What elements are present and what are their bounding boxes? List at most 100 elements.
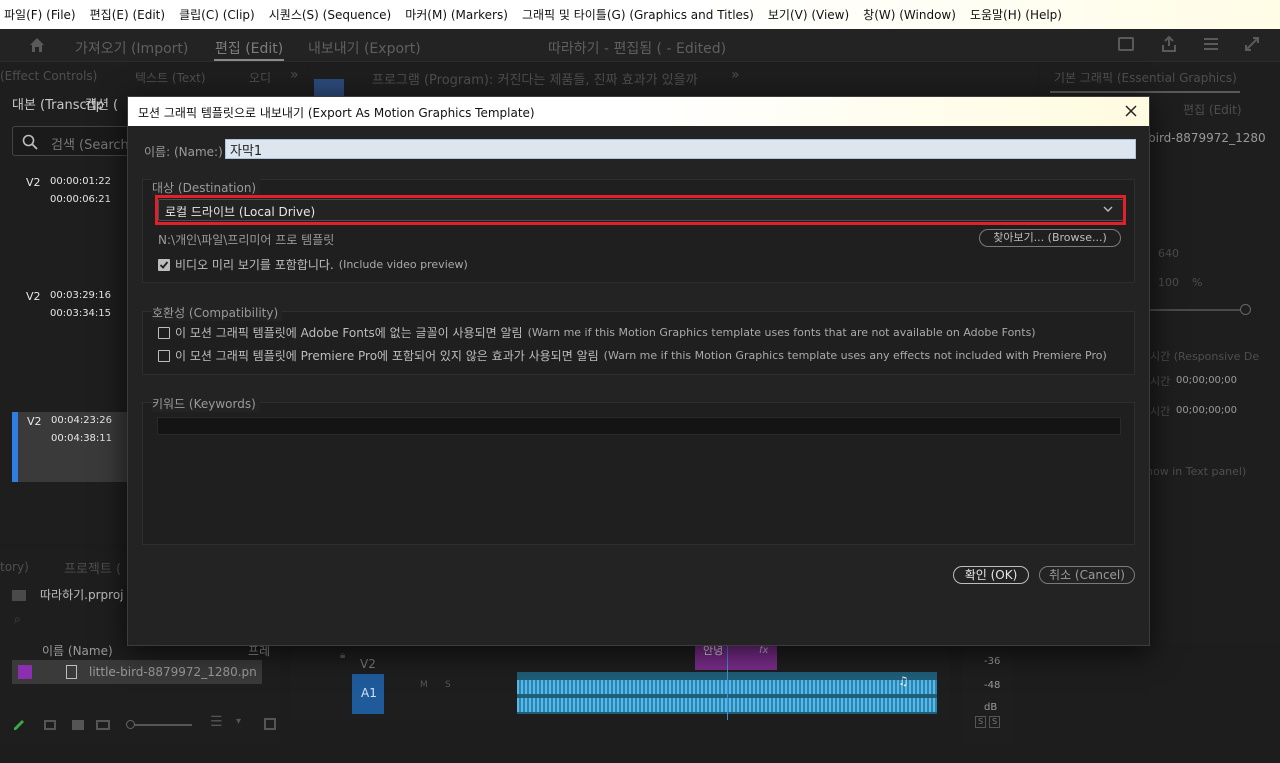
tab-audio[interactable]: 오디: [249, 69, 271, 86]
menu-view[interactable]: 보기(V) (View): [768, 6, 849, 23]
scale-unit: %: [1192, 276, 1203, 289]
warn-fonts-label: 이 모션 그래픽 템플릿에 Adobe Fonts에 없는 글꼴이 사용되면 알…: [175, 326, 523, 340]
tab-caption[interactable]: 캡션 (: [85, 94, 118, 113]
icon-view-icon[interactable]: [72, 720, 84, 730]
zoom-slider[interactable]: [128, 724, 192, 726]
scale-value[interactable]: 100: [1158, 276, 1179, 289]
audio-meter: -36 -48 dB S S: [962, 644, 1012, 744]
clip-start: 00:03:29:16: [50, 290, 112, 301]
menu-file[interactable]: 파일(F) (File): [4, 6, 76, 23]
outro-timecode[interactable]: 00;00;00;00: [1176, 405, 1237, 416]
new-bin-icon[interactable]: [264, 718, 276, 730]
track-a1-target[interactable]: A1: [352, 674, 384, 714]
include-preview-option[interactable]: 비디오 미리 보기를 포함합니다. (Include video preview…: [158, 256, 468, 273]
warn-effects-option[interactable]: 이 모션 그래픽 템플릿에 Premiere Pro에 포함되어 있지 않은 효…: [158, 347, 1107, 364]
chevron-down-icon[interactable]: ▾: [236, 716, 241, 727]
active-tab-underline: [214, 59, 284, 61]
position-value[interactable]: 640: [1158, 247, 1179, 260]
tab-history[interactable]: tory): [0, 560, 29, 574]
menu-window[interactable]: 창(W) (Window): [863, 6, 956, 23]
zoom-slider-handle[interactable]: [126, 720, 135, 729]
chevron-down-icon: [1103, 206, 1113, 212]
clip-track: V2: [27, 415, 42, 428]
warn-effects-label-en: (Warn me if this Motion Graphics templat…: [603, 349, 1107, 362]
opacity-slider-handle[interactable]: [1240, 304, 1251, 315]
destination-select[interactable]: 로컬 드라이브 (Local Drive): [158, 199, 1124, 221]
freeform-view-icon[interactable]: [96, 720, 110, 730]
warn-fonts-option[interactable]: 이 모션 그래픽 템플릿에 Adobe Fonts에 없는 글꼴이 사용되면 알…: [158, 324, 1036, 341]
panel-layout-icon[interactable]: [1118, 37, 1134, 51]
home-icon[interactable]: [28, 36, 46, 54]
meter-unit: dB: [984, 702, 998, 713]
graphic-clip[interactable]: 안녕 fx: [695, 644, 777, 670]
list-view-icon[interactable]: [44, 720, 56, 730]
solo-left-button[interactable]: S: [975, 716, 986, 728]
warn-fonts-checkbox[interactable]: [158, 326, 170, 339]
warn-effects-checkbox[interactable]: [158, 349, 170, 362]
share-icon[interactable]: [1160, 35, 1178, 53]
name-field[interactable]: [225, 139, 1136, 159]
tab-effect-controls[interactable]: (Effect Controls): [0, 69, 97, 83]
mute-button[interactable]: M: [420, 680, 428, 690]
tab-essential-graphics[interactable]: 기본 그래픽 (Essential Graphics): [1054, 69, 1237, 86]
menu-markers[interactable]: 마커(M) (Markers): [405, 6, 508, 23]
tab-edit[interactable]: 편집 (Edit): [215, 38, 283, 58]
show-in-text-panel-button[interactable]: how in Text panel): [1146, 465, 1246, 478]
name-label: 이름: (Name:): [144, 145, 223, 159]
pencil-icon[interactable]: [12, 718, 26, 732]
browse-button[interactable]: 찾아보기... (Browse...): [979, 229, 1121, 247]
meter-tick: -36: [984, 656, 1001, 667]
menu-clip[interactable]: 클립(C) (Clip): [179, 6, 255, 23]
tab-project[interactable]: 프로젝트 (: [64, 558, 121, 577]
tab-import[interactable]: 가져오기 (Import): [75, 38, 188, 58]
tab-program[interactable]: 프로그램 (Program): 커진다는 제품들, 진짜 효과가 있을까: [372, 69, 698, 88]
project-search-icon[interactable]: ⌕: [14, 612, 21, 627]
fx-badge: fx: [759, 645, 769, 656]
dialog-title: 모션 그래픽 템플릿으로 내보내기 (Export As Motion Grap…: [138, 106, 535, 120]
menu-bar: 파일(F) (File) 편집(E) (Edit) 클립(C) (Clip) 시…: [0, 0, 1280, 29]
settings-sliders-icon[interactable]: [1203, 36, 1219, 52]
folder-icon: [12, 590, 26, 601]
track-a1-label: A1: [361, 686, 377, 700]
menu-graphics[interactable]: 그래픽 및 타이틀(G) (Graphics and Titles): [522, 6, 754, 23]
menu-edit[interactable]: 편집(E) (Edit): [90, 6, 165, 23]
warn-fonts-label-en: (Warn me if this Motion Graphics templat…: [527, 326, 1036, 339]
track-v2-label[interactable]: V2: [360, 657, 376, 671]
clip-end: 00:04:38:11: [51, 433, 113, 444]
more-tabs-icon[interactable]: »: [731, 67, 740, 83]
asset-file-name: little-bird-8879972_1280.pn: [89, 665, 257, 679]
tab-essential-edit[interactable]: 편집 (Edit): [1183, 101, 1242, 118]
transcript-clip-selected[interactable]: V2 00:04:23:26 00:04:38:11: [12, 412, 130, 482]
playhead[interactable]: [727, 640, 728, 720]
close-icon[interactable]: [1121, 101, 1141, 121]
search-icon: [22, 134, 38, 150]
solo-right-button[interactable]: S: [989, 716, 1000, 728]
transcript-clip[interactable]: V2 00:03:29:16 00:03:34:15: [12, 287, 130, 357]
tab-text[interactable]: 텍스트 (Text): [135, 69, 206, 86]
column-name[interactable]: 이름 (Name): [42, 642, 113, 659]
meter-tick: -48: [984, 680, 1001, 691]
search-input[interactable]: 검색 (Search: [12, 126, 130, 156]
fullscreen-icon[interactable]: [1244, 36, 1260, 52]
menu-help[interactable]: 도움말(H) (Help): [970, 6, 1062, 23]
lock-icon[interactable]: 🔒︎: [340, 650, 345, 661]
sort-icon[interactable]: ☰: [210, 714, 223, 730]
more-tabs-icon[interactable]: »: [290, 67, 299, 83]
keywords-input[interactable]: [157, 417, 1121, 435]
ok-button[interactable]: 확인 (OK): [953, 566, 1029, 584]
compatibility-title: 호환성 (Compatibility): [152, 304, 283, 321]
clip-end: 00:00:06:21: [50, 194, 112, 205]
compatibility-group: [142, 311, 1135, 375]
clip-end: 00:03:34:15: [50, 308, 112, 319]
cancel-button[interactable]: 취소 (Cancel): [1039, 566, 1135, 584]
label-color-swatch: [18, 665, 32, 679]
opacity-slider[interactable]: [1150, 309, 1246, 311]
transcript-clip[interactable]: V2 00:00:01:22 00:00:06:21: [12, 173, 130, 243]
project-item-row[interactable]: little-bird-8879972_1280.pn: [12, 660, 262, 684]
include-preview-checkbox[interactable]: [158, 258, 170, 271]
intro-timecode[interactable]: 00;00;00;00: [1176, 375, 1237, 386]
menu-sequence[interactable]: 시퀀스(S) (Sequence): [269, 6, 391, 23]
tab-export[interactable]: 내보내기 (Export): [308, 38, 421, 58]
solo-button[interactable]: S: [445, 680, 451, 690]
graphic-file-name: bird-8879972_1280: [1148, 131, 1266, 145]
